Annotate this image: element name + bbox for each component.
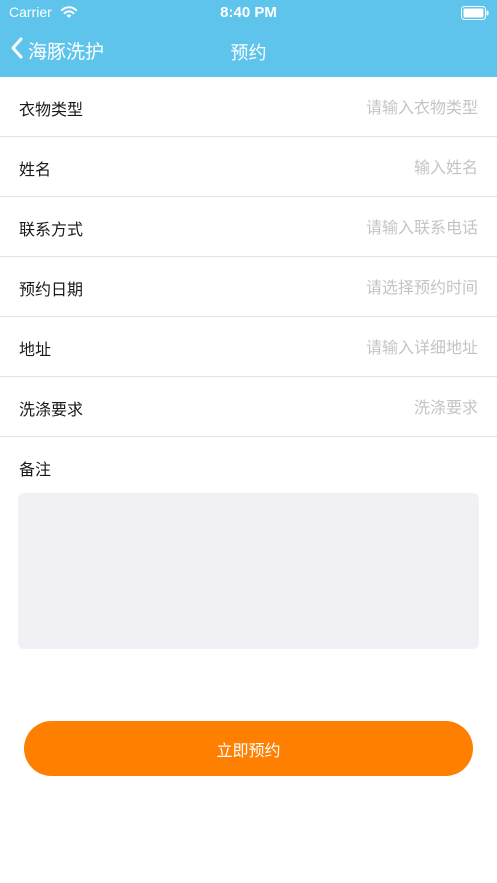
wash-requirements-input[interactable] [218, 393, 478, 421]
phone-input[interactable] [218, 213, 478, 241]
field-label: 衣物类型 [19, 100, 84, 119]
notes-label: 备注 [19, 460, 52, 479]
page-title: 预约 [230, 43, 267, 64]
status-bar: Carrier 8:40 PM [0, 0, 497, 26]
submit-booking-button[interactable]: 立即预约 [24, 721, 473, 776]
name-input[interactable] [218, 153, 478, 181]
field-date: 预约日期 [0, 257, 497, 317]
field-label: 洗涤要求 [19, 400, 84, 419]
field-label: 预约日期 [19, 280, 84, 299]
field-label: 地址 [19, 340, 52, 359]
field-label: 联系方式 [19, 220, 84, 239]
date-picker-input[interactable] [218, 273, 478, 301]
status-time: 8:40 PM [220, 4, 277, 21]
field-wash-requirements: 洗涤要求 [0, 377, 497, 437]
clothing-type-input[interactable] [218, 93, 478, 121]
field-name: 姓名 [0, 137, 497, 197]
notes-textarea[interactable] [18, 493, 479, 649]
address-input[interactable] [218, 333, 478, 361]
field-label: 姓名 [19, 160, 52, 179]
header: Carrier 8:40 PM 海豚洗护 预约 [0, 0, 497, 77]
booking-form: 衣物类型 姓名 联系方式 预约日期 地址 洗涤要求 [0, 77, 497, 437]
field-contact: 联系方式 [0, 197, 497, 257]
nav-bar: 海豚洗护 预约 [0, 27, 497, 75]
field-clothing-type: 衣物类型 [0, 77, 497, 137]
battery-icon [461, 5, 489, 20]
field-address: 地址 [0, 317, 497, 377]
